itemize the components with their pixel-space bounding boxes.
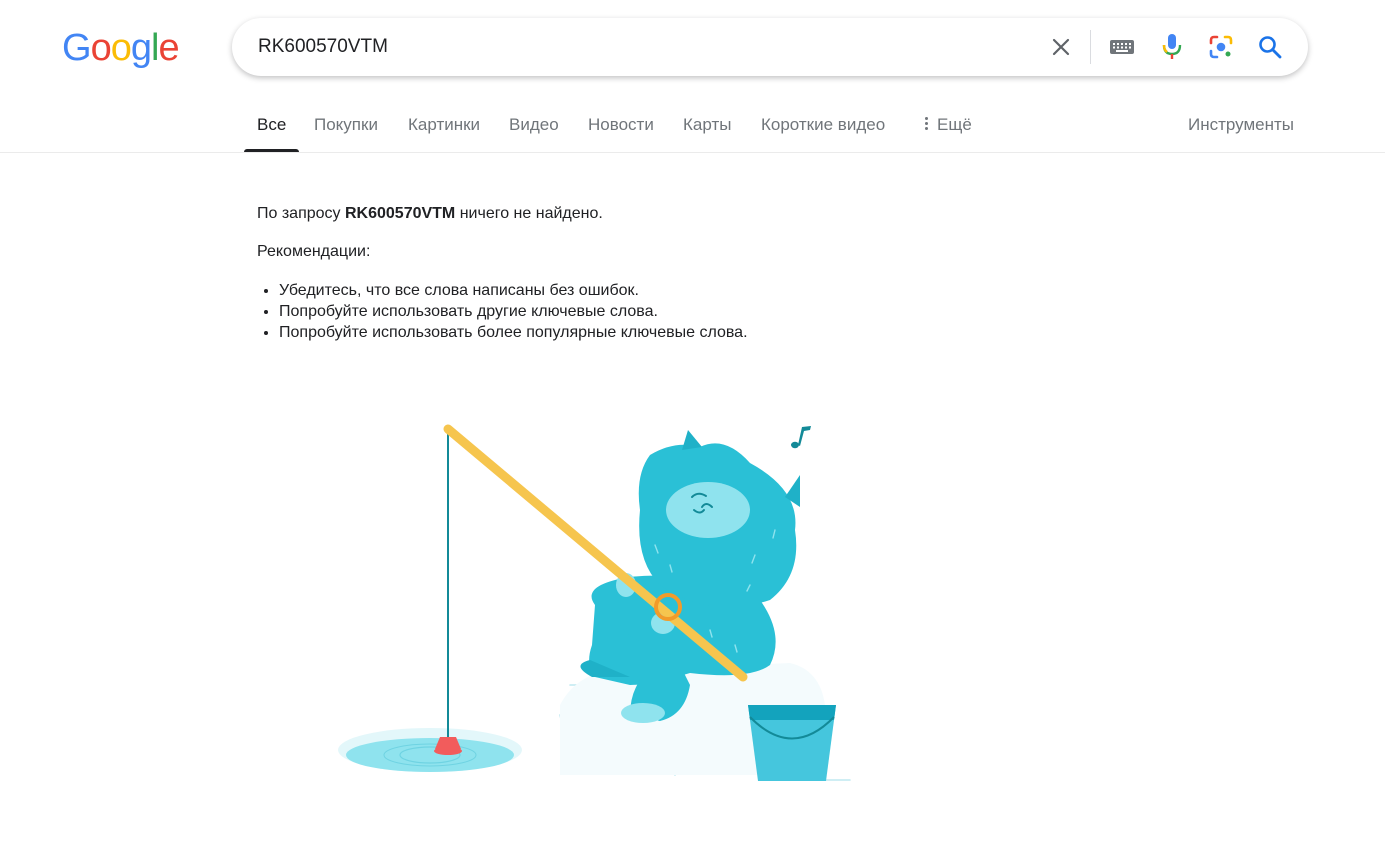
search-tabs: Все Покупки Картинки Видео Новости Карты… bbox=[0, 96, 1385, 153]
no-results-prefix: По запросу bbox=[257, 205, 345, 222]
tab-images[interactable]: Картинки bbox=[408, 96, 480, 152]
tab-shopping[interactable]: Покупки bbox=[314, 96, 378, 152]
tools-button[interactable]: Инструменты bbox=[1188, 96, 1294, 152]
search-divider bbox=[1090, 30, 1091, 64]
lens-icon[interactable] bbox=[1205, 31, 1237, 63]
active-tab-indicator bbox=[244, 149, 299, 152]
more-vert-icon bbox=[925, 115, 929, 132]
logo-letter-o1: o bbox=[90, 27, 112, 69]
recommendations-title: Рекомендации: bbox=[257, 243, 371, 260]
recommendation-item: Попробуйте использовать другие ключевые … bbox=[279, 301, 957, 322]
logo-letter-g1: G bbox=[62, 27, 92, 69]
header: Google bbox=[0, 0, 1385, 96]
no-results-query: RK600570VTM bbox=[344, 205, 456, 222]
results-area: По запросу RK600570VTM ничего не найдено… bbox=[257, 200, 957, 343]
fishing-yeti-illustration bbox=[330, 415, 870, 795]
no-results-suffix: ничего не найдено. bbox=[455, 205, 603, 222]
mic-icon[interactable] bbox=[1156, 31, 1188, 63]
logo-letter-g2: g bbox=[130, 27, 152, 69]
recommendation-item: Попробуйте использовать более популярные… bbox=[279, 322, 957, 343]
tab-videos[interactable]: Видео bbox=[509, 96, 559, 152]
keyboard-icon[interactable] bbox=[1106, 31, 1138, 63]
recommendation-item: Убедитесь, что все слова написаны без ош… bbox=[279, 280, 957, 301]
tab-more[interactable]: Ещё bbox=[925, 96, 972, 152]
tab-more-label: Ещё bbox=[937, 115, 972, 134]
logo-letter-o2: o bbox=[110, 27, 132, 69]
tab-all[interactable]: Все bbox=[257, 96, 286, 152]
no-results-message: По запросу RK600570VTM ничего не найдено… bbox=[257, 203, 957, 225]
tab-news[interactable]: Новости bbox=[588, 96, 654, 152]
tab-short-videos[interactable]: Короткие видео bbox=[761, 96, 885, 152]
recommendations-list: Убедитесь, что все слова написаны без ош… bbox=[257, 280, 957, 343]
logo-letter-e: e bbox=[158, 27, 179, 69]
tab-maps[interactable]: Карты bbox=[683, 96, 731, 152]
search-input[interactable] bbox=[256, 18, 1036, 76]
close-icon[interactable] bbox=[1045, 31, 1077, 63]
google-logo[interactable]: Google bbox=[62, 26, 180, 70]
search-icon[interactable] bbox=[1254, 31, 1286, 63]
search-box bbox=[232, 18, 1308, 76]
